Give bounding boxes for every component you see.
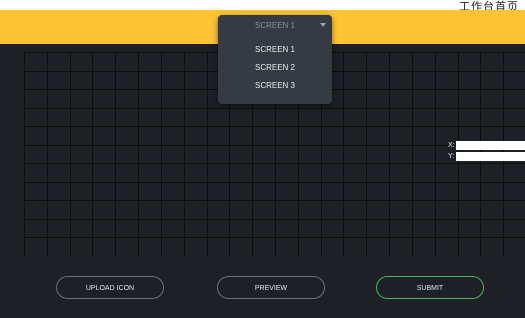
preview-button[interactable]: PREVIEW — [217, 276, 325, 299]
x-label: X: — [448, 142, 455, 149]
submit-button[interactable]: SUBMIT — [376, 276, 484, 299]
y-coordinate-input[interactable] — [456, 152, 525, 161]
upload-icon-button[interactable]: UPLOAD ICON — [56, 276, 164, 299]
dropdown-option-screen-3[interactable]: SCREEN 3 — [218, 78, 332, 94]
screen-select-value: SCREEN 1 — [254, 21, 295, 30]
top-strip: 工作台首页 — [0, 0, 525, 13]
y-label: Y: — [448, 153, 455, 160]
chevron-down-icon — [320, 23, 326, 27]
dropdown-option-screen-2[interactable]: SCREEN 2 — [218, 60, 332, 76]
x-coordinate-input[interactable] — [456, 141, 525, 150]
dropdown-option-screen-1[interactable]: SCREEN 1 — [218, 42, 332, 58]
screen-select[interactable]: SCREEN 1 — [218, 15, 332, 37]
screen-dropdown[interactable]: SCREEN 1 SCREEN 1 SCREEN 2 SCREEN 3 — [218, 15, 332, 104]
